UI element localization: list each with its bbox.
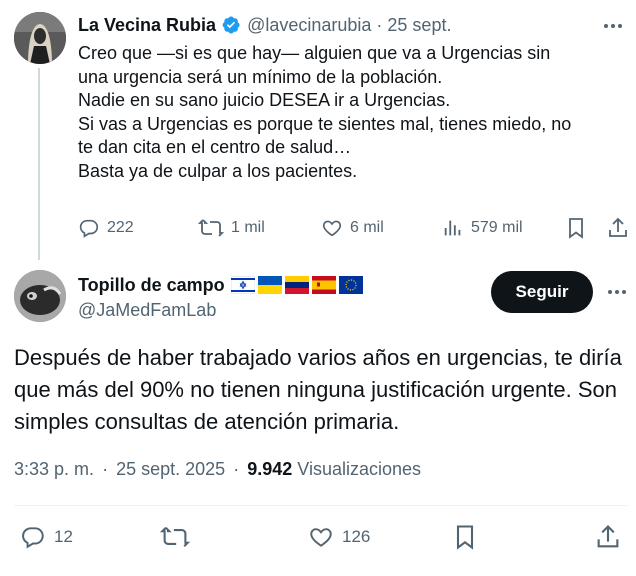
display-name[interactable]: La Vecina Rubia [78, 15, 216, 36]
tweet-time[interactable]: 3:33 p. m. [14, 459, 94, 479]
bookmark-icon [569, 218, 583, 239]
reply-button[interactable]: 222 [78, 212, 134, 244]
eu-flag-icon [338, 276, 363, 294]
tweet-text: Creo que —si es que hay— alguien que va … [78, 42, 630, 183]
share-icon [597, 525, 619, 548]
separator: · [233, 459, 240, 479]
spain-flag-icon [311, 276, 336, 294]
tweet-actions: 12 126 [14, 520, 628, 554]
tweet-line: Nadie en su sano juicio DESEA ir a Urgen… [78, 90, 451, 110]
tweet-header: La Vecina Rubia @lavecinarubia · 25 sept… [78, 14, 451, 36]
repost-icon [160, 527, 190, 547]
views-count: 579 mil [471, 219, 523, 236]
reply-icon [22, 527, 44, 549]
like-button[interactable]: 126 [308, 520, 370, 554]
flag-emojis [230, 276, 363, 294]
tweet-text: Después de haber trabajado varios años e… [14, 345, 622, 434]
like-button[interactable]: 6 mil [321, 212, 384, 244]
share-button[interactable] [594, 520, 630, 554]
tweet-date[interactable]: 25 sept. [387, 15, 451, 36]
israel-flag-icon [230, 276, 255, 294]
tweet-line: una urgencia será un mínimo de la poblac… [78, 66, 443, 87]
views-count: 9.942 [247, 459, 293, 479]
verified-badge-icon [221, 15, 241, 35]
tweet-line: Creo que —si es que hay— alguien que va … [78, 43, 551, 63]
repost-button[interactable] [160, 520, 198, 554]
handle[interactable]: @lavecinarubia [247, 15, 371, 36]
heart-icon [322, 220, 342, 237]
display-name[interactable]: Topillo de campo [78, 275, 225, 296]
bookmark-button[interactable] [452, 520, 486, 554]
repost-count: 1 mil [231, 219, 265, 236]
more-options-icon[interactable] [602, 282, 632, 302]
views-chart-icon [444, 220, 461, 236]
thread-line [38, 68, 40, 260]
tweet-date[interactable]: 25 sept. 2025 [116, 459, 225, 479]
bookmark-button[interactable] [565, 212, 594, 244]
more-options-icon[interactable] [598, 16, 628, 36]
views-button[interactable]: 579 mil [442, 212, 523, 244]
share-icon [609, 217, 627, 237]
divider [14, 505, 628, 506]
bookmark-icon [456, 525, 474, 550]
venezuela-flag-icon [284, 276, 309, 294]
tweet-line: te dan cita en el centro de salud… [78, 137, 352, 157]
avatar[interactable] [14, 270, 66, 322]
heart-icon [310, 528, 332, 547]
tweet-meta: 3:33 p. m. · 25 sept. 2025 · 9.942 Visua… [14, 459, 421, 480]
follow-button[interactable]: Seguir [491, 271, 593, 313]
reply-button[interactable]: 12 [20, 520, 73, 554]
repost-icon [198, 219, 224, 237]
like-count: 6 mil [350, 219, 384, 236]
like-count: 126 [342, 527, 371, 546]
share-button[interactable] [606, 212, 636, 244]
avatar[interactable] [14, 12, 66, 64]
tweet-actions: 222 1 mil 6 mil 579 mil [78, 212, 630, 244]
handle[interactable]: @JaMedFamLab [78, 300, 216, 321]
tweet-line: Basta ya de culpar a los pacientes. [78, 160, 358, 181]
reply-count: 12 [54, 527, 73, 546]
tweet-line: Si vas a Urgencias es porque te sientes … [78, 113, 572, 134]
separator: · [102, 459, 109, 479]
views-label: Visualizaciones [297, 459, 422, 479]
reply-count: 222 [107, 219, 134, 236]
separator: · [376, 14, 383, 35]
ukraine-flag-icon [257, 276, 282, 294]
repost-button[interactable]: 1 mil [198, 212, 265, 244]
reply-icon [79, 219, 99, 238]
reply-name-row: Topillo de campo [78, 274, 363, 296]
